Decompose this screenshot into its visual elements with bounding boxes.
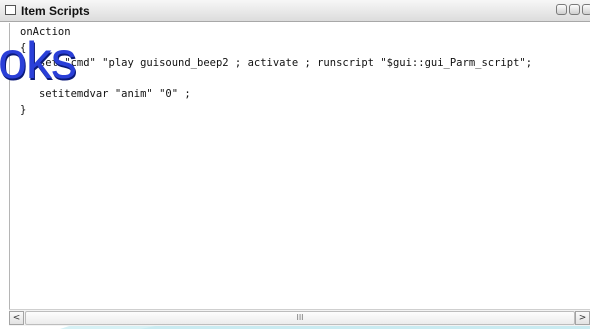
script-editor[interactable]: onAction { set "cmd" "play guisound_beep… (9, 23, 590, 309)
scrollbar-thumb[interactable]: III (25, 311, 575, 325)
window-icon (5, 5, 16, 15)
item-scripts-window: Item Scripts onAction { set "cmd" "play … (0, 0, 590, 329)
title-bar[interactable]: Item Scripts (0, 0, 590, 22)
code-line: onAction (20, 26, 71, 38)
scroll-left-arrow-icon[interactable]: < (9, 311, 24, 325)
window-title: Item Scripts (21, 4, 90, 18)
scroll-right-arrow-icon[interactable]: > (575, 311, 590, 325)
code-line: } (20, 103, 27, 116)
close-button[interactable] (582, 4, 590, 15)
minimize-button[interactable] (556, 4, 567, 15)
code-line: setitemdvar "anim" "0" ; (20, 88, 191, 100)
maximize-button[interactable] (569, 4, 580, 15)
code-line: set "cmd" "play guisound_beep2 ; activat… (20, 57, 533, 69)
code-line: { (20, 41, 27, 54)
script-code[interactable]: onAction { set "cmd" "play guisound_beep… (10, 23, 590, 118)
horizontal-scrollbar[interactable]: < III > (9, 309, 590, 326)
